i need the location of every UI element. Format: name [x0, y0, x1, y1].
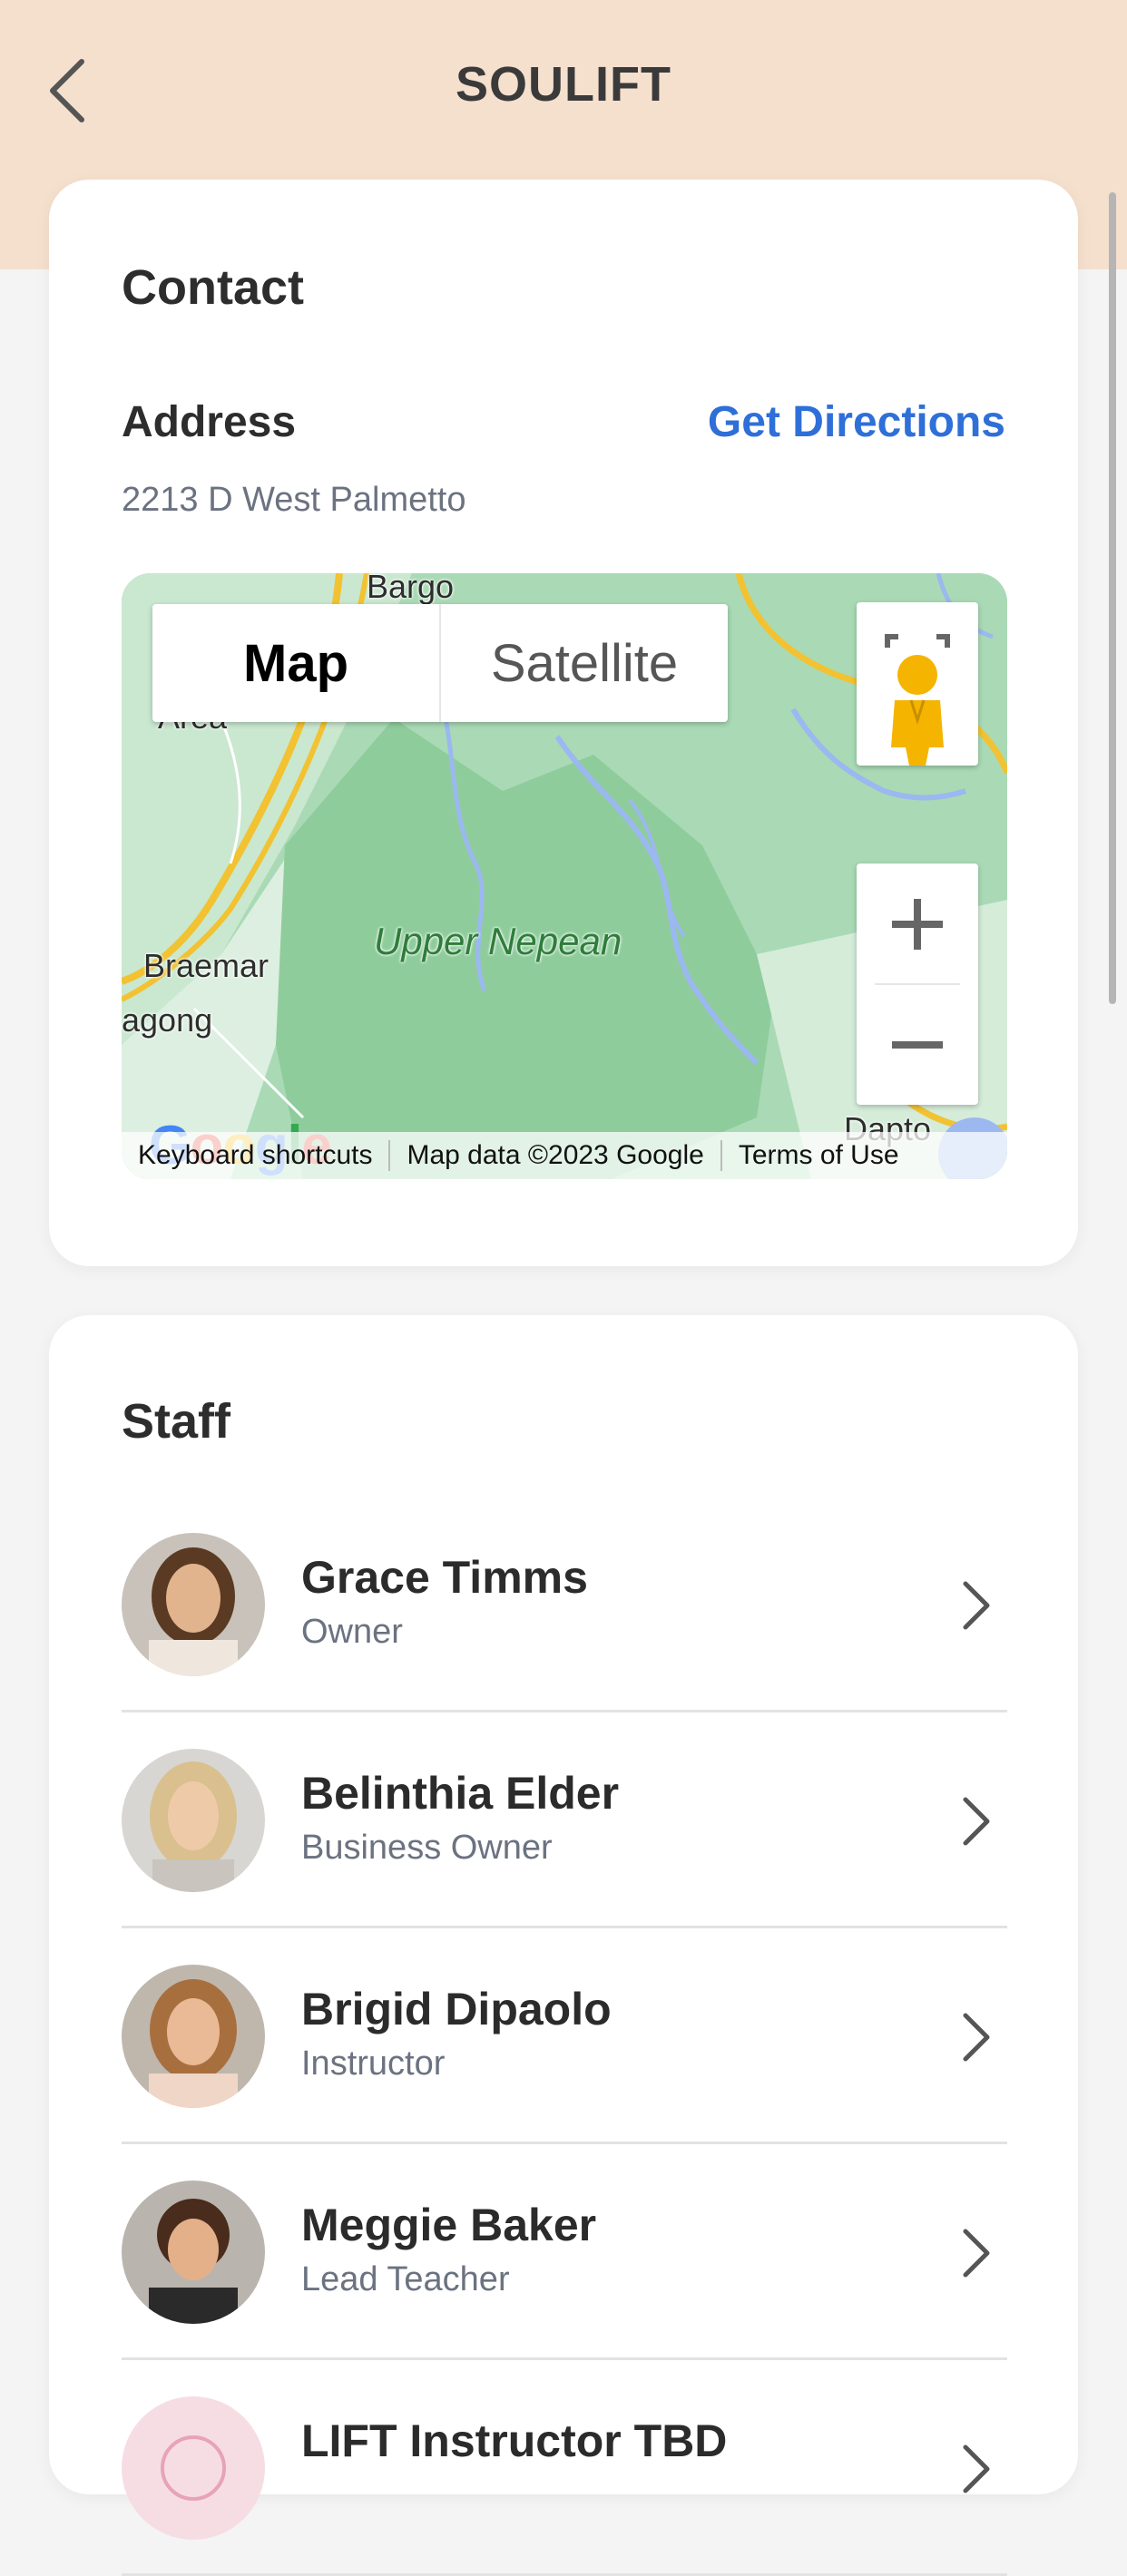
staff-title: Staff [122, 1394, 230, 1449]
chevron-right-icon [963, 2229, 990, 2278]
contact-card: Contact Address Get Directions 2213 D We… [49, 180, 1078, 1266]
contact-title: Contact [122, 260, 304, 315]
chevron-right-icon [963, 1581, 990, 1630]
map-label-braemar: Braemar [143, 947, 270, 984]
staff-row[interactable]: Brigid Dipaolo Instructor [122, 1928, 1007, 2144]
avatar [122, 2396, 265, 2540]
staff-role: Business Owner [301, 1829, 553, 1867]
zoom-out-button[interactable] [857, 984, 978, 1105]
pegman-icon [891, 655, 944, 766]
staff-name: Meggie Baker [301, 2200, 597, 2250]
chevron-right-icon [963, 2444, 990, 2493]
street-view-pegman-button[interactable] [857, 602, 978, 766]
keyboard-shortcuts-link[interactable]: Keyboard shortcuts [122, 1140, 391, 1171]
staff-name: Brigid Dipaolo [301, 1984, 612, 2034]
map-label-upper-nepean: Upper Nepean [374, 920, 622, 962]
avatar [122, 1533, 265, 1676]
page-title: SOULIFT [456, 57, 671, 112]
address-label: Address [122, 398, 297, 446]
map-label-agong: agong [122, 1001, 213, 1039]
staff-role: Owner [301, 1613, 403, 1651]
staff-name: Grace Timms [301, 1552, 588, 1603]
staff-name: Belinthia Elder [301, 1768, 620, 1819]
staff-role: Instructor [301, 2044, 446, 2083]
staff-name: LIFT Instructor TBD [301, 2415, 728, 2466]
chevron-right-icon [963, 2013, 990, 2062]
map-view[interactable]: Bargo Area Braemar agong Upper Nepean Da… [122, 573, 1007, 1179]
staff-row[interactable]: Grace Timms Owner [122, 1497, 1007, 1712]
terms-of-use-link[interactable]: Terms of Use [722, 1140, 916, 1171]
avatar [122, 1749, 265, 1892]
zoom-control [857, 864, 978, 1105]
map-attribution-bar: Keyboard shortcuts Map data ©2023 Google… [122, 1132, 1007, 1179]
address-text: 2213 D West Palmetto [122, 481, 466, 519]
map-label-bargo: Bargo [367, 573, 455, 605]
map-type-map-button[interactable]: Map [152, 604, 439, 722]
chevron-right-icon [963, 1797, 990, 1846]
staff-row[interactable]: Belinthia Elder Business Owner [122, 1712, 1007, 1928]
map-type-satellite-button[interactable]: Satellite [439, 604, 728, 722]
map-data-text: Map data ©2023 Google [390, 1140, 722, 1171]
zoom-divider [875, 983, 960, 985]
staff-role: Lead Teacher [301, 2260, 510, 2298]
minus-icon [892, 1040, 943, 1049]
plus-icon [892, 898, 943, 950]
staff-row[interactable]: Meggie Baker Lead Teacher [122, 2144, 1007, 2360]
zoom-in-button[interactable] [857, 864, 978, 984]
staff-row[interactable]: LIFT Instructor TBD [122, 2360, 1007, 2576]
get-directions-link[interactable]: Get Directions [708, 397, 1005, 447]
scrollbar[interactable] [1109, 192, 1116, 1004]
avatar [122, 1965, 265, 2108]
avatar [122, 2181, 265, 2324]
staff-card: Staff Grace Timms Owner Belinthia Elder [49, 1315, 1078, 2576]
map-type-control: Map Satellite [152, 604, 728, 722]
